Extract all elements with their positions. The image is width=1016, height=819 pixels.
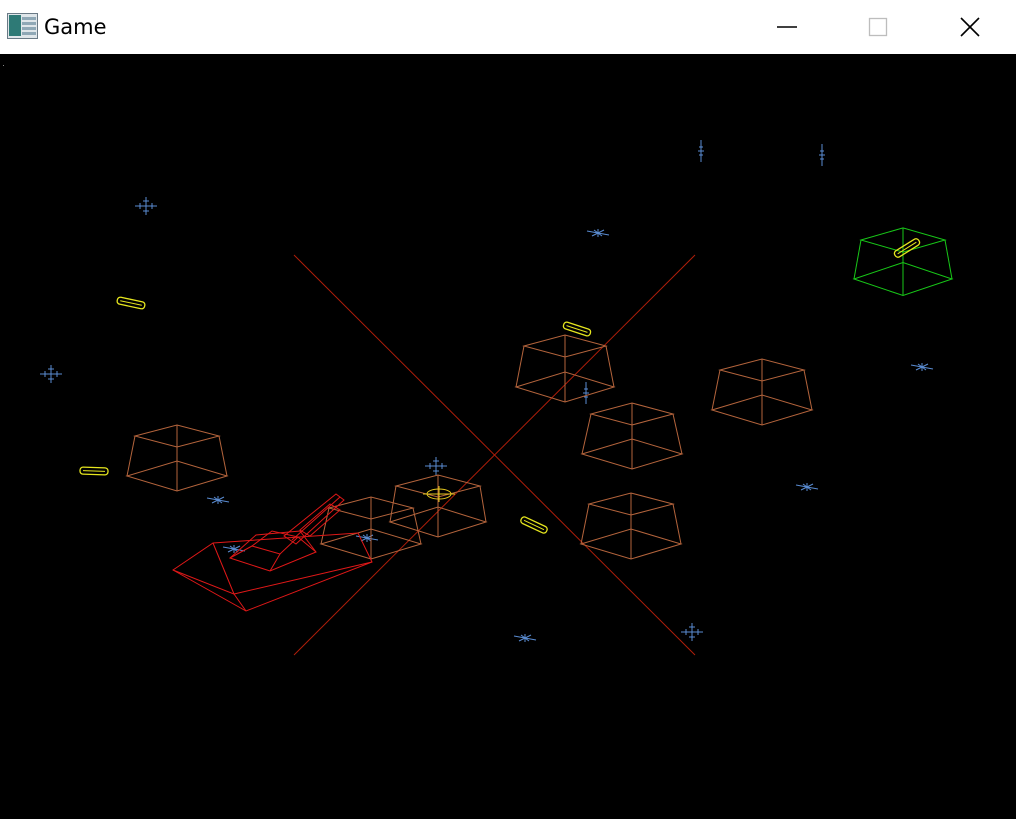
- minimize-icon: [777, 26, 797, 28]
- obstacle-boxes: [125, 334, 814, 560]
- box-vertical-edge: [605, 345, 615, 388]
- box-vertical-edge: [126, 435, 136, 477]
- star-marker: [910, 363, 934, 371]
- box-vertical-edge: [581, 413, 592, 455]
- obstacle-box: [514, 334, 616, 403]
- close-button[interactable]: [924, 0, 1016, 54]
- obstacle-box: [580, 402, 684, 470]
- box-vertical-edge: [389, 485, 397, 523]
- star-marker: [681, 623, 703, 641]
- tank-hull-top: [172, 532, 373, 612]
- star-marker: [206, 496, 230, 504]
- app-window-icon: [7, 13, 38, 39]
- obstacle-box: [710, 358, 814, 426]
- window-title: Game: [44, 15, 107, 39]
- ground-crosshair: [293, 254, 696, 656]
- pickup: [562, 321, 592, 337]
- star-marker: [698, 140, 704, 162]
- minimize-button[interactable]: [741, 0, 833, 54]
- target-box-frame: [852, 227, 954, 297]
- maximize-icon: [868, 17, 888, 37]
- star-marker: [795, 483, 819, 491]
- star-marker: [819, 144, 825, 166]
- star-marker: [586, 229, 610, 237]
- box-vertical-edge: [672, 413, 683, 455]
- star-marker: [513, 634, 537, 642]
- pickup: [79, 466, 109, 476]
- box-vertical-edge: [515, 345, 525, 388]
- tank-cannon-line: [291, 496, 341, 541]
- pickup: [116, 296, 146, 310]
- maximize-button[interactable]: [832, 0, 924, 54]
- close-icon: [960, 17, 980, 37]
- target-box[interactable]: [852, 227, 954, 297]
- title-bar[interactable]: Game: [0, 0, 1016, 54]
- obstacle-box: [319, 496, 423, 560]
- star-marker: [583, 382, 589, 404]
- star-marker: [135, 197, 157, 215]
- star-markers: [40, 140, 934, 642]
- pickup: [520, 516, 548, 534]
- pickups: [79, 238, 921, 534]
- box-vertical-edge: [218, 435, 228, 477]
- game-viewport[interactable]: [0, 54, 1016, 819]
- star-marker: [425, 457, 447, 475]
- obstacle-box: [125, 424, 229, 492]
- pickup-core: [566, 325, 588, 333]
- box-vertical-edge: [672, 503, 682, 545]
- box-vertical-edge: [853, 239, 862, 280]
- box-vertical-edge: [479, 485, 487, 523]
- obstacle-box: [579, 492, 683, 560]
- corner-dot: [3, 65, 4, 66]
- box-vertical-edge: [944, 239, 953, 280]
- pickup-core: [82, 470, 106, 472]
- game-scene[interactable]: [0, 54, 1016, 819]
- box-vertical-edge: [803, 369, 813, 411]
- box-vertical-edge: [580, 503, 590, 545]
- star-marker: [40, 365, 62, 383]
- box-vertical-edge: [711, 369, 721, 411]
